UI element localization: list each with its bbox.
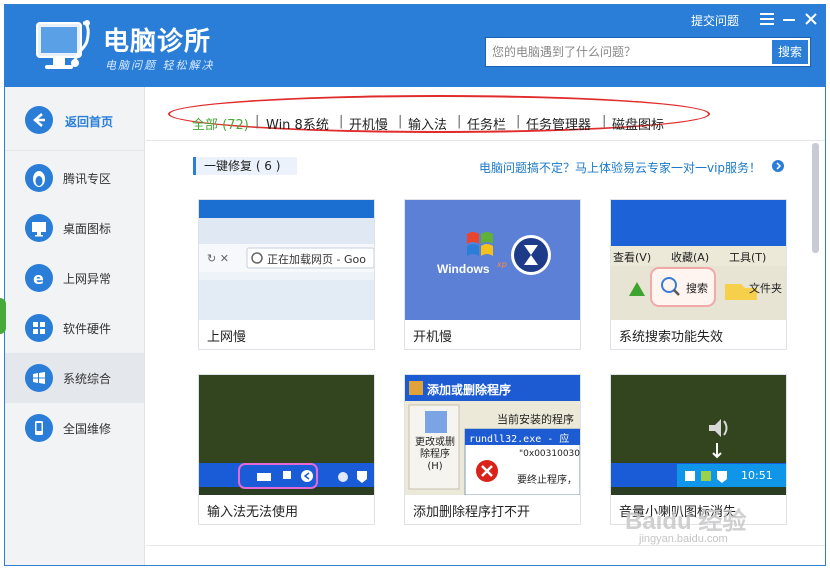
app-window: 电脑诊所 电脑问题 轻松解决 提交问题 搜索 返回首页 腾讯专区 bbox=[4, 4, 826, 566]
main-content: 全部 (72) | Win 8系统 | 开机慢 | 输入法 | 任务栏 | 任务… bbox=[146, 87, 825, 565]
loading-text: 正在加载网页 - Goo bbox=[267, 253, 366, 266]
logo-icon bbox=[31, 17, 95, 75]
puzzle-icon bbox=[25, 314, 53, 342]
sidebar-item-software-hardware[interactable]: 软件硬件 bbox=[5, 303, 144, 353]
sidebar: 返回首页 腾讯专区 桌面图标 e 上网异常 软件硬件 系统综合 全国维修 bbox=[5, 87, 145, 565]
side-handle[interactable] bbox=[0, 298, 6, 334]
menu-favorites: 收藏(A) bbox=[671, 251, 710, 264]
tab-separator: | bbox=[339, 114, 344, 129]
tab-separator: | bbox=[457, 114, 462, 129]
sidebar-item-system[interactable]: 系统综合 bbox=[5, 353, 144, 403]
card-thumbnail bbox=[199, 375, 374, 495]
windows-brand-text: Windows bbox=[437, 262, 490, 276]
sidebar-item-tencent[interactable]: 腾讯专区 bbox=[5, 153, 144, 203]
menu-tools: 工具(T) bbox=[729, 251, 767, 264]
sidebar-back-home[interactable]: 返回首页 bbox=[5, 87, 144, 151]
penguin-icon bbox=[25, 164, 53, 192]
app-title: 电脑诊所 bbox=[103, 27, 212, 57]
card-search-broken[interactable]: 查看(V) 收藏(A) 工具(T) 搜索 文件夹 系统搜索功能失效 bbox=[610, 199, 787, 350]
svg-text:↻ ✕: ↻ ✕ bbox=[207, 252, 229, 265]
sidebar-item-label: 软件硬件 bbox=[63, 322, 112, 336]
tab-disk-icon[interactable]: 磁盘图标 bbox=[612, 114, 664, 133]
tab-separator: | bbox=[516, 114, 521, 129]
error-code-text: "0x00310030" bbox=[519, 449, 580, 459]
sidebar-item-label: 系统综合 bbox=[63, 372, 112, 386]
svg-text:e: e bbox=[33, 269, 44, 288]
card-thumbnail: 10:51 bbox=[611, 375, 786, 495]
scrollbar-thumb[interactable] bbox=[812, 143, 819, 253]
tab-all[interactable]: 全部 (72) bbox=[192, 114, 249, 133]
change-remove-label: 更改或删除程序(H) bbox=[415, 437, 455, 472]
back-arrow-icon bbox=[25, 106, 53, 134]
search-input[interactable] bbox=[486, 38, 768, 66]
arrow-right-icon[interactable] bbox=[772, 160, 784, 172]
folder-label: 文件夹 bbox=[749, 282, 782, 295]
menu-icon[interactable] bbox=[757, 8, 777, 30]
tab-task-manager[interactable]: 任务管理器 bbox=[526, 114, 591, 133]
divider bbox=[146, 545, 825, 546]
taskbar-clock: 10:51 bbox=[741, 469, 773, 482]
card-label: 系统搜索功能失效 bbox=[619, 330, 724, 345]
baidu-watermark: Baidu 经验 bbox=[625, 508, 747, 535]
card-label: 输入法无法使用 bbox=[207, 505, 299, 520]
section-title: 一键修复 ( 6 ) bbox=[193, 157, 297, 175]
card-label: 开机慢 bbox=[413, 330, 453, 345]
app-slogan: 电脑问题 轻松解决 bbox=[105, 59, 215, 72]
sidebar-item-network[interactable]: e 上网异常 bbox=[5, 253, 144, 303]
card-slow-boot[interactable]: Windows xp 开机慢 bbox=[404, 199, 581, 350]
sidebar-item-label: 桌面图标 bbox=[63, 222, 112, 236]
card-add-remove-programs[interactable]: 添加或删除程序 当前安装的程序 更改或删除程序(H) rundll32.exe … bbox=[404, 374, 581, 525]
error-dialog-title: rundll32.exe - 应 bbox=[469, 434, 570, 445]
sidebar-item-desktop-icons[interactable]: 桌面图标 bbox=[5, 203, 144, 253]
tab-win8[interactable]: Win 8系统 bbox=[266, 114, 329, 133]
card-thumbnail: Windows xp bbox=[405, 200, 580, 320]
vip-promo-link[interactable]: 电脑问题搞不定？马上体验易云专家一对一vip服务！ bbox=[479, 159, 761, 176]
card-input-method[interactable]: 输入法无法使用 bbox=[198, 374, 375, 525]
tab-taskbar[interactable]: 任务栏 bbox=[467, 114, 506, 133]
windows-icon bbox=[25, 364, 53, 392]
tab-slow-boot[interactable]: 开机慢 bbox=[349, 114, 388, 133]
installed-programs-text: 当前安装的程序 bbox=[497, 413, 574, 426]
tab-separator: | bbox=[602, 114, 607, 129]
card-thumbnail: ↻ ✕ 正在加载网页 - Goo bbox=[199, 200, 374, 320]
sidebar-item-label: 全国维修 bbox=[63, 422, 112, 436]
windows-edition-text: xp bbox=[497, 260, 507, 269]
sidebar-item-repair[interactable]: 全国维修 bbox=[5, 403, 144, 453]
search-label: 搜索 bbox=[686, 282, 708, 295]
card-slow-internet[interactable]: ↻ ✕ 正在加载网页 - Goo 上网慢 bbox=[198, 199, 375, 350]
phone-icon bbox=[25, 414, 53, 442]
tab-separator: | bbox=[255, 114, 260, 129]
category-tabs: 全部 (72) | Win 8系统 | 开机慢 | 输入法 | 任务栏 | 任务… bbox=[146, 87, 825, 141]
search-button[interactable]: 搜索 bbox=[772, 40, 808, 64]
sidebar-item-label: 上网异常 bbox=[63, 272, 112, 286]
menu-view: 查看(V) bbox=[613, 251, 652, 264]
card-label: 上网慢 bbox=[207, 330, 247, 345]
card-label: 添加删除程序打不开 bbox=[413, 505, 531, 520]
back-home-label: 返回首页 bbox=[65, 115, 114, 129]
minimize-icon[interactable] bbox=[779, 8, 799, 30]
feedback-link[interactable]: 提交问题 bbox=[691, 12, 739, 29]
scrollbar[interactable] bbox=[812, 143, 819, 543]
card-thumbnail: 查看(V) 收藏(A) 工具(T) 搜索 文件夹 bbox=[611, 200, 786, 320]
baidu-watermark-url: jingyan.baidu.com bbox=[639, 533, 728, 545]
close-icon[interactable] bbox=[801, 8, 821, 30]
header: 电脑诊所 电脑问题 轻松解决 提交问题 搜索 bbox=[5, 5, 825, 87]
tab-input-method[interactable]: 输入法 bbox=[408, 114, 447, 133]
error-message-text: 要终止程序， bbox=[517, 475, 577, 486]
search-box: 搜索 bbox=[485, 37, 811, 67]
sidebar-item-label: 腾讯专区 bbox=[63, 172, 112, 186]
monitor-icon bbox=[25, 214, 53, 242]
dialog-window-title: 添加或删除程序 bbox=[427, 383, 512, 397]
tab-separator: | bbox=[398, 114, 403, 129]
ie-icon: e bbox=[25, 264, 53, 292]
card-thumbnail: 添加或删除程序 当前安装的程序 更改或删除程序(H) rundll32.exe … bbox=[405, 375, 580, 495]
